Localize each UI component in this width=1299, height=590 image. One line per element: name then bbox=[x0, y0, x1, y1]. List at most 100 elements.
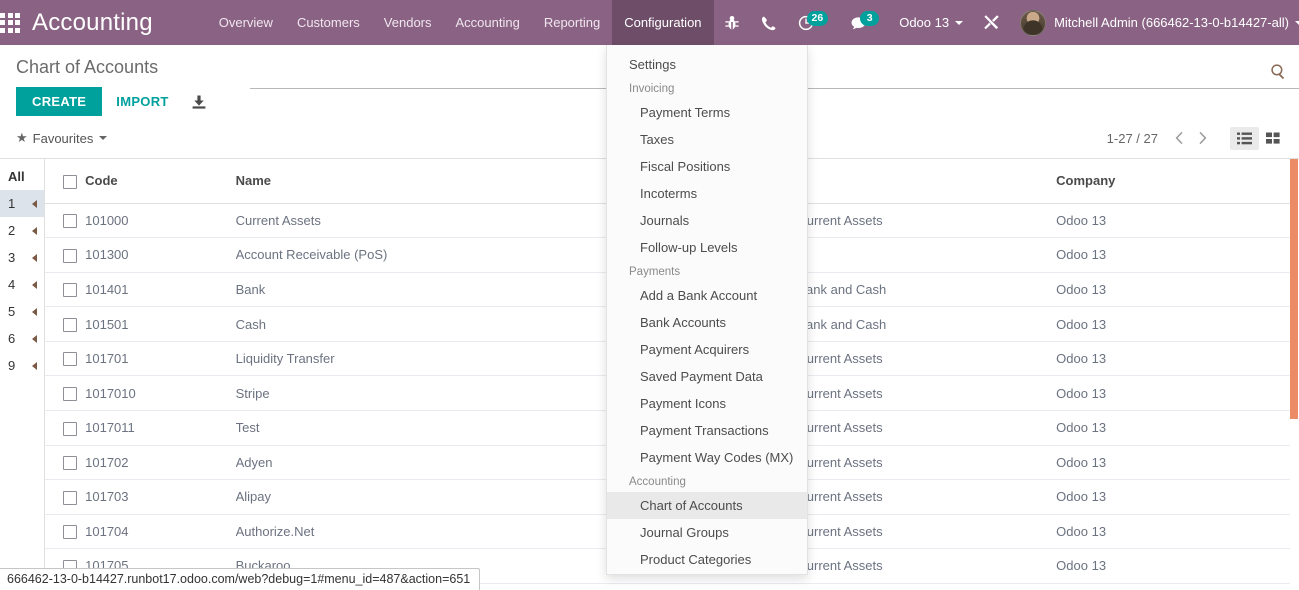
activities-count-badge: 26 bbox=[807, 11, 829, 26]
sidebar-item-5[interactable]: 5 bbox=[0, 298, 44, 325]
kanban-view-icon bbox=[1266, 132, 1280, 145]
cell-code: 101703 bbox=[85, 480, 235, 515]
column-header-code[interactable]: Code bbox=[85, 159, 235, 203]
row-checkbox[interactable] bbox=[63, 318, 77, 332]
control-panel-left: Chart of Accounts CREATE IMPORT bbox=[0, 57, 207, 116]
select-all-checkbox[interactable] bbox=[63, 175, 77, 189]
dropdown-item-payment-icons[interactable]: Payment Icons bbox=[607, 390, 807, 417]
column-header-type[interactable] bbox=[797, 159, 1048, 203]
vertical-scrollbar-thumb[interactable] bbox=[1290, 159, 1298, 419]
menu-item-overview[interactable]: Overview bbox=[207, 0, 285, 45]
dropdown-item-add-a-bank-account[interactable]: Add a Bank Account bbox=[607, 282, 807, 309]
chevron-down-icon bbox=[99, 136, 107, 140]
dropdown-item-product-categories[interactable]: Product Categories bbox=[607, 546, 807, 573]
apps-menu-button[interactable] bbox=[0, 0, 20, 45]
chevron-left-icon bbox=[32, 200, 37, 208]
phone-button[interactable] bbox=[750, 0, 787, 45]
row-checkbox[interactable] bbox=[63, 387, 77, 401]
row-checkbox[interactable] bbox=[63, 491, 77, 505]
import-button[interactable]: IMPORT bbox=[102, 87, 182, 116]
row-checkbox[interactable] bbox=[63, 422, 77, 436]
pager-next-button[interactable] bbox=[1191, 129, 1214, 147]
search-button[interactable] bbox=[1270, 63, 1287, 80]
sidebar-item-4[interactable]: 4 bbox=[0, 271, 44, 298]
menu-item-customers[interactable]: Customers bbox=[285, 0, 372, 45]
dropdown-item-taxes[interactable]: Taxes bbox=[607, 126, 807, 153]
browser-status-bar: 666462-13-0-b14427.runbot17.odoo.com/web… bbox=[0, 568, 480, 590]
row-select-cell bbox=[45, 445, 85, 480]
cell-type: Current Assets bbox=[797, 203, 1048, 238]
cell-code: 101401 bbox=[85, 272, 235, 307]
star-icon: ★ bbox=[16, 130, 28, 146]
favourites-dropdown[interactable]: ★ Favourites bbox=[16, 130, 107, 146]
dropdown-item-saved-payment-data[interactable]: Saved Payment Data bbox=[607, 363, 807, 390]
dropdown-item-fiscal-positions[interactable]: Fiscal Positions bbox=[607, 153, 807, 180]
avatar bbox=[1020, 10, 1046, 36]
create-button[interactable]: CREATE bbox=[16, 87, 102, 116]
menu-item-accounting[interactable]: Accounting bbox=[444, 0, 532, 45]
dropdown-item-taxcloud-categories[interactable]: TaxCloud Categories bbox=[607, 573, 807, 575]
chevron-down-icon bbox=[955, 21, 963, 25]
sidebar-item-label: 9 bbox=[8, 358, 15, 373]
wrench-screwdriver-icon bbox=[983, 14, 1000, 31]
debug-manager-button[interactable] bbox=[972, 0, 1011, 45]
app-brand-title[interactable]: Accounting bbox=[20, 0, 167, 45]
apps-grid-icon bbox=[0, 13, 20, 33]
chevron-left-icon bbox=[32, 362, 37, 370]
pager: 1-27 / 27 bbox=[1107, 127, 1299, 150]
sidebar-item-9[interactable]: 9 bbox=[0, 352, 44, 379]
cell-type: Current Assets bbox=[797, 480, 1048, 515]
cell-code: 101000 bbox=[85, 203, 235, 238]
user-menu[interactable]: Mitchell Admin (666462-13-0-b14427-all) bbox=[1011, 0, 1299, 45]
dropdown-item-follow-up-levels[interactable]: Follow-up Levels bbox=[607, 234, 807, 261]
sidebar-item-3[interactable]: 3 bbox=[0, 244, 44, 271]
select-all-header bbox=[45, 159, 85, 203]
database-selector[interactable]: Odoo 13 bbox=[890, 0, 972, 45]
menu-item-vendors[interactable]: Vendors bbox=[372, 0, 444, 45]
dropdown-item-payment-transactions[interactable]: Payment Transactions bbox=[607, 417, 807, 444]
column-header-company[interactable]: Company bbox=[1048, 159, 1299, 203]
dropdown-item-bank-accounts[interactable]: Bank Accounts bbox=[607, 309, 807, 336]
cell-company: Odoo 13 bbox=[1048, 341, 1299, 376]
dropdown-item-payment-terms[interactable]: Payment Terms bbox=[607, 99, 807, 126]
messages-button[interactable]: 3 bbox=[839, 0, 890, 45]
sidebar-item-6[interactable]: 6 bbox=[0, 325, 44, 352]
menu-item-configuration[interactable]: Configuration bbox=[612, 0, 713, 45]
dropdown-item-payment-way-codes-mx[interactable]: Payment Way Codes (MX) bbox=[607, 444, 807, 471]
dropdown-item-incoterms[interactable]: Incoterms bbox=[607, 180, 807, 207]
row-checkbox[interactable] bbox=[63, 352, 77, 366]
sidebar-item-2[interactable]: 2 bbox=[0, 217, 44, 244]
cell-company: Odoo 13 bbox=[1048, 307, 1299, 342]
row-select-cell bbox=[45, 272, 85, 307]
activities-button[interactable]: 26 bbox=[787, 0, 840, 45]
sidebar-item-all[interactable]: All bbox=[0, 166, 44, 190]
cell-company: Odoo 13 bbox=[1048, 445, 1299, 480]
search-icon bbox=[1270, 63, 1287, 80]
row-checkbox[interactable] bbox=[63, 214, 77, 228]
kanban-view-button[interactable] bbox=[1259, 127, 1287, 150]
dropdown-item-payment-acquirers[interactable]: Payment Acquirers bbox=[607, 336, 807, 363]
dropdown-item-journals[interactable]: Journals bbox=[607, 207, 807, 234]
dropdown-item-chart-of-accounts[interactable]: Chart of Accounts bbox=[607, 492, 807, 519]
row-checkbox[interactable] bbox=[63, 525, 77, 539]
row-checkbox[interactable] bbox=[63, 249, 77, 263]
vertical-scrollbar-track[interactable] bbox=[1290, 159, 1299, 590]
bug-report-button[interactable] bbox=[714, 0, 750, 45]
user-name-label: Mitchell Admin (666462-13-0-b14427-all) bbox=[1054, 15, 1289, 30]
row-checkbox[interactable] bbox=[63, 283, 77, 297]
code-filter-sidebar: All 1 2 3 4 5 6 9 bbox=[0, 159, 45, 590]
download-button[interactable] bbox=[191, 94, 207, 110]
pager-previous-button[interactable] bbox=[1168, 129, 1191, 147]
menu-item-reporting[interactable]: Reporting bbox=[532, 0, 612, 45]
dropdown-item-settings[interactable]: Settings bbox=[607, 51, 807, 78]
sidebar-item-label: 2 bbox=[8, 223, 15, 238]
cell-type bbox=[797, 238, 1048, 273]
sidebar-item-label: 5 bbox=[8, 304, 15, 319]
row-checkbox[interactable] bbox=[63, 456, 77, 470]
dropdown-item-journal-groups[interactable]: Journal Groups bbox=[607, 519, 807, 546]
page-title: Chart of Accounts bbox=[16, 57, 207, 77]
sidebar-item-label: 6 bbox=[8, 331, 15, 346]
sidebar-item-1[interactable]: 1 bbox=[0, 190, 44, 217]
row-select-cell bbox=[45, 238, 85, 273]
list-view-button[interactable] bbox=[1230, 127, 1259, 150]
